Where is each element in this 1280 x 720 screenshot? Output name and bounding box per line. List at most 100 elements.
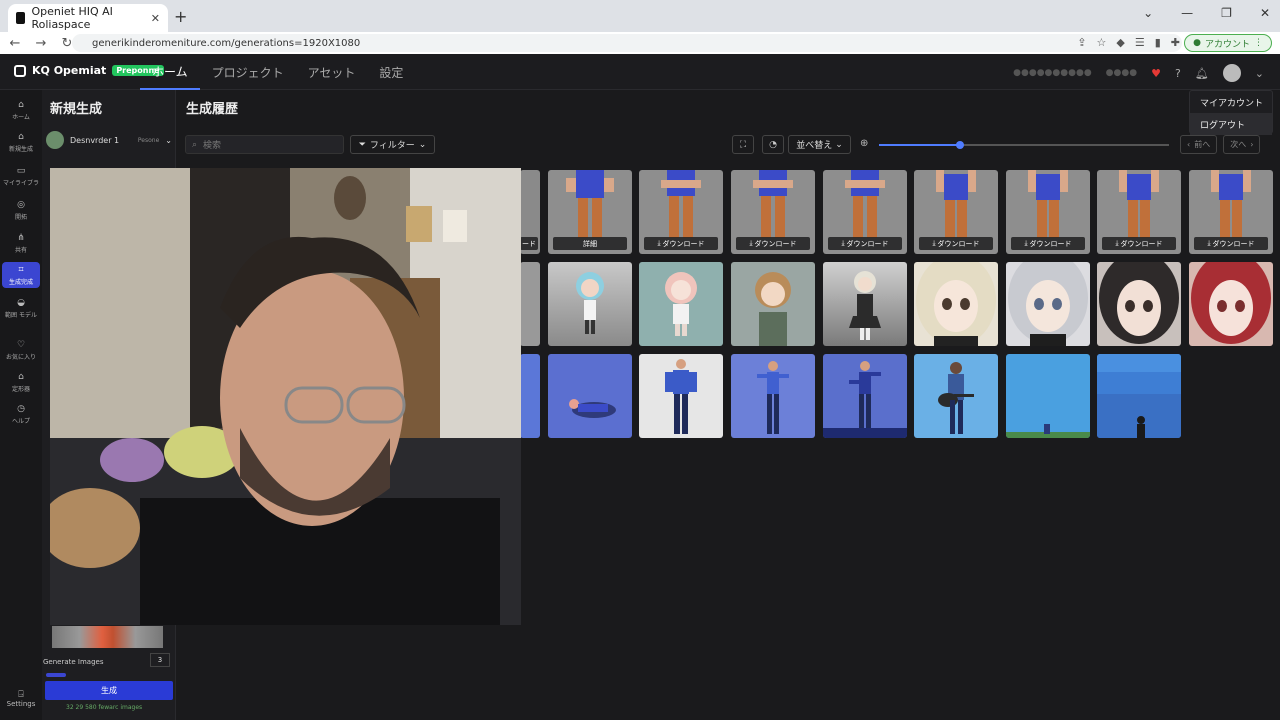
filter-button[interactable]: ⏷ フィルター ⌄: [350, 135, 435, 154]
gallery-tile[interactable]: ⤓ ダウンロード: [1097, 170, 1181, 254]
gallery-tile[interactable]: [548, 354, 632, 438]
close-icon[interactable]: ✕: [151, 12, 160, 25]
gallery-tile[interactable]: [823, 354, 907, 438]
nav-assets[interactable]: アセット: [296, 54, 368, 90]
gallery-tile[interactable]: [823, 262, 907, 346]
gallery-tile[interactable]: [520, 262, 540, 346]
gallery-tile[interactable]: [639, 354, 723, 438]
chevron-down-icon[interactable]: ⌄: [1255, 67, 1264, 80]
rail-share[interactable]: ⋔ 共有: [2, 233, 40, 254]
new-tab-icon[interactable]: +: [174, 7, 187, 26]
download-button[interactable]: ⤓ ダウンロード: [736, 237, 810, 250]
browser-profile-button[interactable]: ● アカウント ⋮: [1184, 34, 1272, 52]
puzzle-icon[interactable]: ✚: [1171, 36, 1180, 49]
rail-generate[interactable]: ⌗ 生成完成: [2, 262, 40, 288]
sidepanel-icon[interactable]: ▮: [1155, 36, 1161, 49]
next-page-button[interactable]: 次へ ›: [1223, 135, 1261, 154]
gallery-tile[interactable]: [520, 354, 540, 438]
rail-new-generation[interactable]: ⌂ 新規生成: [2, 132, 40, 153]
gallery-tile[interactable]: ⤓ ダウンロード: [731, 170, 815, 254]
gallery-tile[interactable]: [639, 262, 723, 346]
gallery-tile[interactable]: [1097, 354, 1181, 438]
menu-my-account[interactable]: マイアカウント: [1190, 91, 1272, 113]
user-avatar[interactable]: [1222, 64, 1241, 82]
gallery-tile[interactable]: ⤓ ダウンロード: [914, 170, 998, 254]
gallery-tile[interactable]: ード: [520, 170, 540, 254]
gallery-tile[interactable]: [1189, 262, 1273, 346]
gallery-tile[interactable]: [731, 262, 815, 346]
chevron-down-icon[interactable]: ⌄: [1143, 6, 1153, 20]
gallery-tile[interactable]: ⤓ ダウンロード: [1006, 170, 1090, 254]
minimize-icon[interactable]: —: [1181, 6, 1193, 20]
gallery-tile[interactable]: [914, 262, 998, 346]
settings-button[interactable]: ⍈ Settings: [4, 690, 38, 708]
rail-archive[interactable]: ⌂ 定形器: [2, 372, 40, 393]
share-page-icon[interactable]: ⇪: [1077, 36, 1086, 49]
download-button[interactable]: ⤓ ダウンロード: [1011, 237, 1085, 250]
bell-icon[interactable]: ◔: [762, 135, 784, 154]
url-input[interactable]: generikinderomeniture.com/generations=19…: [72, 34, 1182, 52]
extension-icon[interactable]: ◆: [1116, 36, 1124, 49]
close-window-icon[interactable]: ✕: [1260, 6, 1270, 20]
filter-label: フィルター: [369, 141, 415, 151]
gallery-tile[interactable]: [1006, 354, 1090, 438]
gallery-tile[interactable]: 詳細: [548, 170, 632, 254]
browser-tab[interactable]: Openiet HIQ AI Roliaspace ✕: [8, 4, 168, 32]
download-button[interactable]: ⤓ ダウンロード: [828, 237, 902, 250]
nav-settings[interactable]: 設定: [367, 54, 415, 90]
zoom-handle[interactable]: [956, 141, 965, 149]
download-button[interactable]: ⤓ ダウンロード: [1194, 237, 1268, 250]
download-button[interactable]: ⤓ ダウンロード: [1102, 237, 1176, 250]
gallery-tile[interactable]: ⤓ ダウンロード: [823, 170, 907, 254]
gallery-tile[interactable]: ⤓ ダウンロード: [639, 170, 723, 254]
favorite-heart-icon[interactable]: ♥: [1151, 67, 1161, 80]
grid-view-icon[interactable]: ⛶: [732, 135, 754, 154]
zoom-slider[interactable]: [879, 141, 1169, 149]
sort-button[interactable]: 並べ替え ⌄: [788, 135, 851, 154]
bell-icon[interactable]: 🔔︎: [1195, 67, 1209, 80]
generate-button[interactable]: 生成: [45, 681, 173, 700]
rail-models[interactable]: ◒ 範囲 モデル: [2, 298, 40, 319]
gallery-tile[interactable]: ⤓ ダウンロード: [1189, 170, 1273, 254]
gallery-tile[interactable]: [1097, 262, 1181, 346]
reading-list-icon[interactable]: ☰: [1135, 36, 1145, 49]
generate-count-slider[interactable]: [46, 673, 66, 677]
rail-help[interactable]: ◷ ヘルプ: [2, 404, 40, 425]
generate-images-label: Generate Images: [43, 658, 104, 666]
maximize-icon[interactable]: ❐: [1221, 6, 1232, 20]
search-input[interactable]: ⌕ 検索: [185, 135, 344, 154]
gallery-tile[interactable]: [1006, 262, 1090, 346]
favicon-icon: [16, 12, 26, 24]
rail-home[interactable]: ⌂ ホーム: [2, 100, 40, 121]
nav-projects[interactable]: プロジェクト: [200, 54, 296, 90]
search-placeholder: 検索: [203, 141, 222, 151]
gallery-tile[interactable]: [731, 354, 815, 438]
figure-image: [757, 361, 789, 434]
gallery-tile[interactable]: [548, 262, 632, 346]
browser-toolbar-icons: ⇪ ☆ ◆ ☰ ▮ ✚: [1077, 36, 1180, 49]
menu-logout[interactable]: ログアウト: [1190, 113, 1272, 135]
user-selector[interactable]: Desnvrder 1 Pesone ⌄: [46, 128, 172, 152]
generate-count-input[interactable]: 3: [150, 653, 170, 667]
back-icon[interactable]: ←: [4, 36, 26, 51]
rail-explore[interactable]: ◎ 開拓: [2, 200, 40, 221]
help-circle-icon[interactable]: ?: [1175, 67, 1181, 80]
bookmark-star-icon[interactable]: ☆: [1097, 36, 1107, 49]
rail-favorites[interactable]: ♡ お気に入り: [2, 340, 40, 361]
download-button[interactable]: ⤓ ダウンロード: [644, 237, 718, 250]
menu-icon[interactable]: ⋮: [1254, 38, 1263, 48]
download-button[interactable]: ⤓ ダウンロード: [919, 237, 993, 250]
nav-home[interactable]: ホーム: [140, 54, 200, 90]
header-actions: ●●●●●●●●●● ●●●● ♥ ? 🔔︎ ⌄: [1013, 64, 1264, 82]
download-button[interactable]: ード: [520, 237, 538, 250]
window-controls: ⌄ — ❐ ✕: [1143, 6, 1270, 20]
model-icon: ◒: [17, 298, 25, 308]
tab-title: Openiet HIQ AI Roliaspace: [31, 5, 113, 31]
gallery-tile[interactable]: [914, 354, 998, 438]
prev-page-button[interactable]: ‹ 前へ: [1180, 135, 1218, 154]
rail-library[interactable]: ▭ マイライブラ: [2, 166, 40, 187]
download-icon: ⤓: [657, 239, 661, 247]
detail-button[interactable]: 詳細: [553, 237, 627, 250]
landscape-image: [1097, 354, 1181, 438]
forward-icon[interactable]: →: [30, 36, 52, 51]
